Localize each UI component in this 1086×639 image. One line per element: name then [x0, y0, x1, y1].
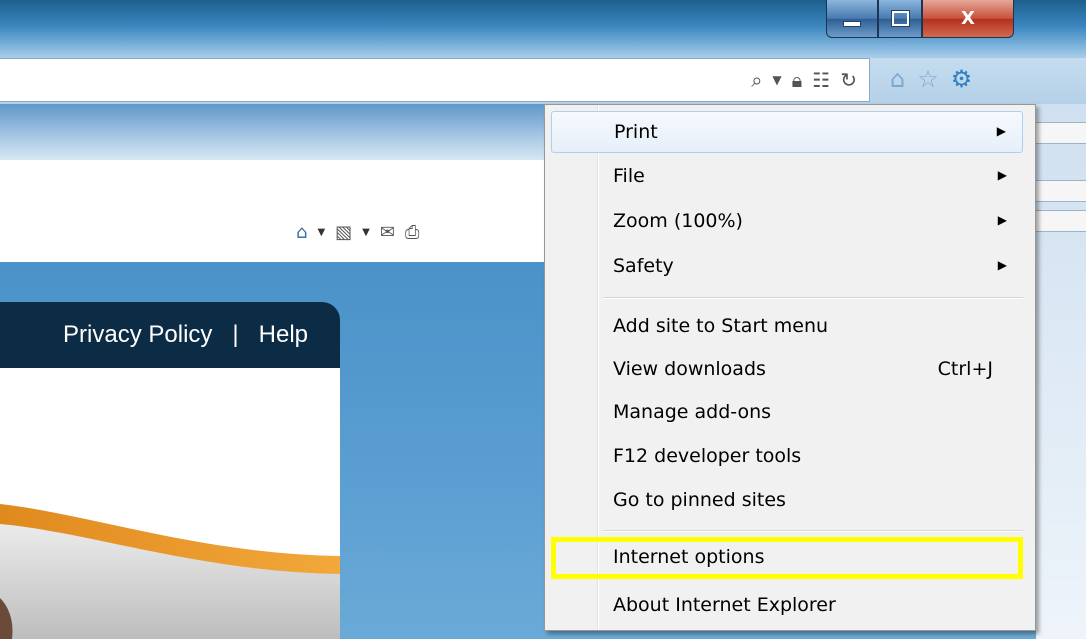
help-link[interactable]: Help: [259, 321, 308, 349]
menu-item-label: F12 developer tools: [613, 445, 802, 467]
submenu-arrow-icon: ▶: [996, 124, 1006, 138]
menu-item-label: Add site to Start menu: [613, 315, 829, 337]
restore-button[interactable]: [878, 0, 922, 38]
tools-gear-icon[interactable]: ⚙: [951, 62, 973, 96]
window-title-bar: X: [0, 0, 1086, 58]
submenu-arrow-icon: ▶: [997, 258, 1007, 272]
menu-item-internet-options[interactable]: Internet options: [551, 537, 1023, 579]
lock-icon[interactable]: 🔒︎: [792, 67, 803, 93]
close-icon: X: [961, 8, 975, 29]
menu-item-label: Go to pinned sites: [613, 489, 786, 511]
link-separator: |: [232, 321, 239, 348]
menu-item-label: Print: [614, 121, 658, 143]
minimize-button[interactable]: [826, 0, 878, 38]
menu-item-label: Internet options: [613, 546, 765, 568]
menu-item-f12-developer-tools[interactable]: F12 developer tools: [551, 436, 1023, 478]
address-bar[interactable]: ⌕ ▼ 🔒︎ ☷ ↻: [0, 58, 870, 102]
site-content-card: [0, 368, 340, 639]
minimize-icon: [843, 20, 861, 27]
submenu-arrow-icon: ▶: [997, 213, 1007, 227]
menu-separator: [603, 530, 1023, 532]
background-tab: [1036, 180, 1086, 202]
menu-separator: [603, 297, 1023, 299]
privacy-policy-link[interactable]: Privacy Policy: [63, 321, 212, 349]
background-tab: [1036, 122, 1086, 144]
home-icon[interactable]: ⌂: [296, 222, 307, 244]
decorative-swoosh: [0, 504, 340, 639]
favorites-star-icon[interactable]: ☆: [917, 62, 939, 96]
home-icon[interactable]: ⌂: [890, 62, 905, 96]
refresh-icon[interactable]: ↻: [840, 67, 857, 93]
menu-item-label: Safety: [613, 255, 674, 277]
home-dropdown-icon[interactable]: ▼: [317, 222, 325, 244]
background-window-edge: [1036, 104, 1086, 639]
search-icon[interactable]: ⌕: [751, 67, 762, 93]
submenu-arrow-icon: ▶: [997, 168, 1007, 182]
rss-feeds-icon[interactable]: ▧: [335, 222, 352, 244]
window-controls: X: [826, 0, 1014, 40]
compatibility-icon[interactable]: ☷: [812, 67, 830, 93]
print-icon[interactable]: ⎙: [405, 222, 419, 244]
tools-menu: Print ▶ File ▶ Zoom (100%) ▶ Safety ▶ Ad…: [544, 104, 1036, 631]
menu-item-shortcut: Ctrl+J: [937, 358, 993, 380]
menu-item-go-to-pinned-sites[interactable]: Go to pinned sites: [551, 480, 1023, 522]
background-tab: [1036, 210, 1086, 232]
menu-item-manage-add-ons[interactable]: Manage add-ons: [551, 392, 1023, 434]
menu-item-label: Manage add-ons: [613, 401, 772, 423]
browser-nav-icons: ⌂ ☆ ⚙: [890, 62, 972, 96]
menu-item-label: View downloads: [613, 358, 766, 380]
menu-item-label: Zoom (100%): [613, 210, 743, 232]
menu-item-add-site-to-start-menu[interactable]: Add site to Start menu: [551, 306, 1023, 348]
menu-item-print[interactable]: Print ▶: [551, 111, 1023, 153]
dropdown-arrow-icon[interactable]: ▼: [772, 67, 781, 93]
menu-item-label: File: [613, 165, 645, 187]
menu-item-zoom[interactable]: Zoom (100%) ▶: [551, 201, 1023, 243]
menu-item-label: About Internet Explorer: [613, 594, 836, 616]
site-header-bar: Privacy Policy | Help: [0, 302, 340, 368]
close-button[interactable]: X: [922, 0, 1014, 38]
read-mail-icon[interactable]: ✉: [380, 222, 395, 244]
menu-item-about-internet-explorer[interactable]: About Internet Explorer: [551, 585, 1023, 627]
menu-item-safety[interactable]: Safety ▶: [551, 246, 1023, 288]
menu-item-view-downloads[interactable]: View downloads Ctrl+J: [551, 349, 1023, 391]
menu-item-file[interactable]: File ▶: [551, 156, 1023, 198]
feeds-dropdown-icon[interactable]: ▼: [362, 222, 370, 244]
restore-icon: [890, 10, 910, 27]
